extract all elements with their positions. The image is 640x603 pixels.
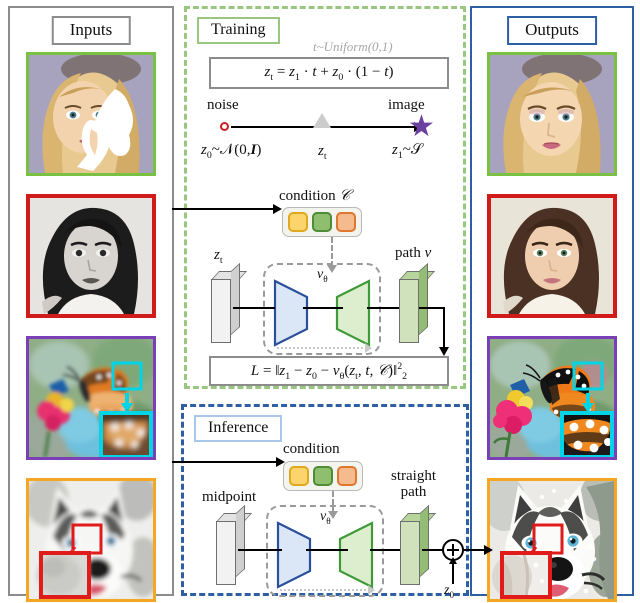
- training-unet-trapezoids: [273, 279, 371, 347]
- inputs-column-title: Inputs: [51, 16, 131, 45]
- input-image-degraded-face: [26, 52, 156, 176]
- sharp-husky-art: [490, 481, 614, 599]
- inputs-column: Inputs: [8, 6, 174, 602]
- loss-formula-box: L = ‖z1 − z0 − vθ(zt, t, 𝒞)‖22: [209, 356, 449, 386]
- condition-chip-orange[interactable]: [337, 466, 357, 486]
- inference-output-label: straight path: [391, 468, 436, 501]
- blurry-butterfly-art: [29, 339, 153, 457]
- inference-conn-output-to-sum: [422, 549, 444, 551]
- inference-conn-sum-to-result: [464, 549, 486, 551]
- conn-encoder-to-decoder: [303, 307, 343, 309]
- output-image-restored-face: [487, 52, 617, 176]
- training-panel-title: Training: [197, 17, 280, 44]
- inputs-to-inference-condition-arrow: [172, 461, 278, 463]
- inference-result-arrowhead-icon: [484, 545, 493, 555]
- input-image-grayscale-portrait: [26, 194, 156, 318]
- z0-to-sum-line: [452, 562, 454, 584]
- training-panel: Training t~Uniform(0,1) zt = z1 · t + z0…: [184, 6, 466, 389]
- inference-panel: Inference condition midpoint vθ straight…: [181, 404, 493, 600]
- inference-skip-connection: [280, 589, 370, 591]
- output-image-colorized-portrait: [487, 194, 617, 318]
- inference-output-label-line1: straight: [391, 468, 436, 484]
- t-distribution-label: t~Uniform(0,1): [313, 39, 393, 54]
- encoder-trapezoid: [273, 279, 309, 347]
- noise-label: noise: [207, 97, 239, 113]
- inputs-to-training-condition-arrowhead-icon: [273, 204, 282, 214]
- sharp-butterfly-art: [490, 339, 614, 457]
- interpolation-formula-box: zt = z1 · t + z0 · (1 − t): [209, 57, 449, 89]
- condition-chip-green[interactable]: [312, 212, 332, 232]
- inference-condition-label: condition: [283, 441, 340, 457]
- condition-chip-yellow[interactable]: [288, 212, 308, 232]
- inference-unet-trapezoids: [276, 521, 374, 589]
- inputs-to-inference-condition-arrowhead-icon: [276, 457, 285, 467]
- loss-formula: L = ‖z1 − z0 − vθ(zt, t, 𝒞)‖22: [250, 360, 408, 382]
- condition-chip-yellow[interactable]: [289, 466, 309, 486]
- inference-skip-arrowhead-icon: [368, 585, 375, 595]
- z0-to-sum-arrowhead-icon: [449, 557, 457, 564]
- noise-marker-icon: [220, 122, 229, 131]
- decoder-trapezoid: [335, 279, 371, 347]
- conn-decoder-to-output: [367, 307, 401, 309]
- output-image-sharp-butterfly: [487, 336, 617, 460]
- output-image-sharp-husky: [487, 478, 617, 602]
- training-input-label: zt: [214, 247, 223, 266]
- inference-conn-input-to-encoder: [238, 549, 282, 551]
- blurry-husky-art: [29, 481, 153, 599]
- outputs-column: Outputs: [470, 6, 634, 602]
- input-image-blurry-husky: [26, 478, 156, 602]
- training-skip-arrowhead-icon: [365, 343, 372, 353]
- inputs-to-training-condition-arrow: [172, 208, 275, 210]
- z0-sum-input-label: z0: [444, 583, 455, 600]
- zt-axis-label: zt: [318, 143, 327, 162]
- colorized-portrait-art: [491, 198, 613, 314]
- inference-panel-title: Inference: [194, 415, 283, 442]
- decoder-trapezoid: [338, 521, 374, 589]
- interpolation-formula: zt = z1 · t + z0 · (1 − t): [264, 63, 394, 83]
- conn-output-to-loss-h: [419, 307, 445, 309]
- inference-condition-group[interactable]: [283, 461, 363, 491]
- encoder-trapezoid: [276, 521, 312, 589]
- degraded-face-art: [29, 55, 153, 173]
- restored-face-art: [490, 55, 614, 173]
- inference-conn-decoder-to-output: [370, 549, 402, 551]
- conn-output-to-loss-v: [443, 307, 445, 349]
- training-condition-group[interactable]: [282, 207, 362, 237]
- inference-conn-encoder-to-decoder: [306, 549, 348, 551]
- outputs-column-title: Outputs: [507, 16, 597, 45]
- training-output-label: path v: [395, 245, 432, 261]
- training-condition-label: condition 𝒞: [279, 188, 351, 204]
- conn-input-to-encoder: [233, 307, 275, 309]
- z0-distribution-label: z0~𝒩(0,I): [201, 142, 262, 161]
- image-star-icon: ★: [408, 110, 435, 143]
- input-image-blurry-butterfly: [26, 336, 156, 460]
- condition-chip-green[interactable]: [313, 466, 333, 486]
- loss-arrowhead-icon: [439, 347, 449, 356]
- inference-output-label-line2: path: [400, 483, 427, 500]
- condition-chip-orange[interactable]: [336, 212, 356, 232]
- midpoint-marker-icon: [313, 113, 331, 128]
- figure-root: Inputs Outputs Training t~Uniform(0,1) z…: [0, 0, 640, 603]
- z1-distribution-label: z1~𝒮: [392, 142, 423, 161]
- grayscale-portrait-art: [30, 198, 152, 314]
- inference-input-label: midpoint: [202, 489, 257, 505]
- training-skip-connection: [277, 347, 367, 349]
